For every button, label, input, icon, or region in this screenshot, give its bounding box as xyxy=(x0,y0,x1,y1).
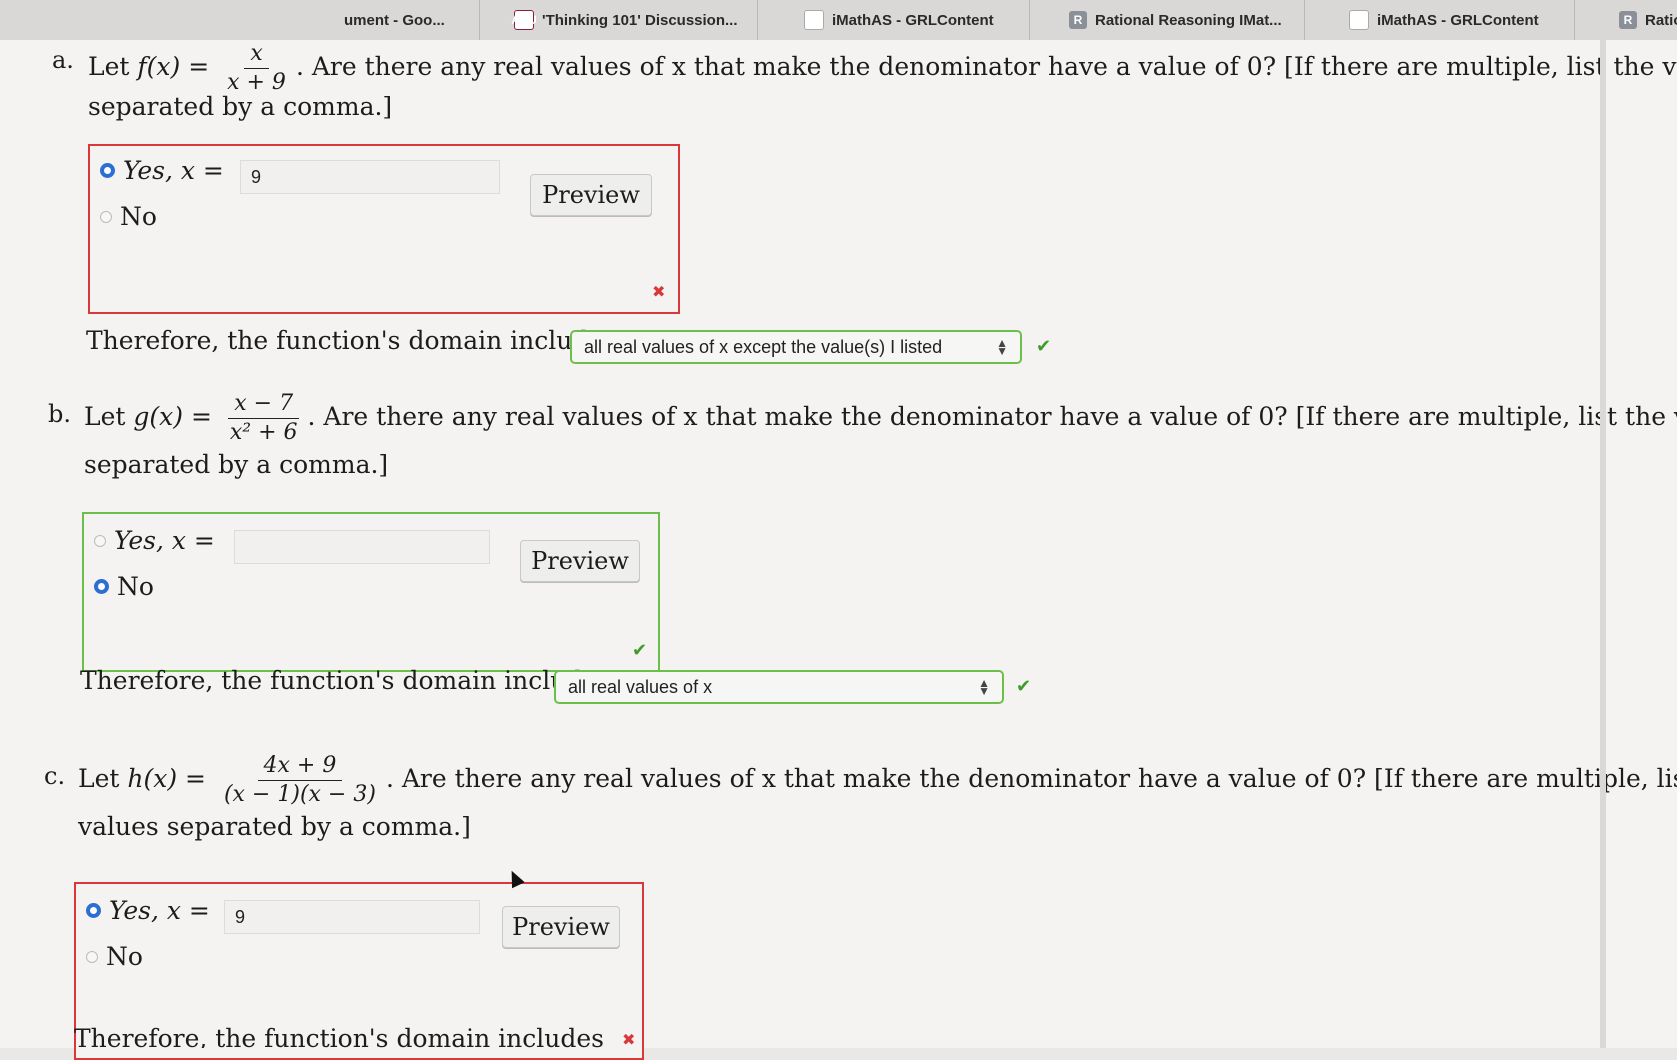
lead-text: Let xyxy=(84,402,134,431)
correct-check-icon: ✔ xyxy=(632,640,648,661)
select-value: all real values of x except the value(s)… xyxy=(584,336,943,357)
question-b-line2: separated by a comma.] xyxy=(84,450,389,479)
incorrect-icon: ✖ xyxy=(622,1030,636,1049)
function-name: g(x) = xyxy=(133,402,212,431)
tab-rational-reasoning[interactable]: R Rational Reasoning IMat... xyxy=(1055,0,1305,40)
denominator: x² + 6 xyxy=(229,420,298,445)
yes-option-c[interactable]: Yes, x = xyxy=(86,896,210,925)
denominator: (x − 1)(x − 3) xyxy=(223,782,376,807)
domain-select-b[interactable]: all real values of x ▲ ▼ xyxy=(554,670,1004,704)
tab-label: Ratio xyxy=(1645,11,1677,29)
correct-check-icon: ✔ xyxy=(1016,676,1032,697)
yes-label: Yes, x = xyxy=(123,156,224,185)
yes-label: Yes, x = xyxy=(114,526,215,555)
tab-thinking-discussion[interactable]: ASU 'Thinking 101' Discussion... xyxy=(500,0,758,40)
answer-box-b: Yes, x = Preview No ✔ xyxy=(82,512,660,672)
no-label: No xyxy=(117,572,154,601)
yes-option-b[interactable]: Yes, x = xyxy=(94,526,215,555)
question-text: . Are there any real values of x that ma… xyxy=(295,52,1677,81)
answer-input-a[interactable]: 9 xyxy=(240,160,500,194)
tab-google-doc[interactable]: ument - Goo... xyxy=(330,0,480,40)
tab-imathas-1[interactable]: G iMathAS - GRLContent xyxy=(790,0,1030,40)
domain-select-a[interactable]: all real values of x except the value(s)… xyxy=(570,330,1022,364)
lead-text: Let xyxy=(88,52,138,81)
preview-button[interactable]: Preview xyxy=(530,174,652,216)
g-icon: G xyxy=(804,10,824,30)
page-edge-divider xyxy=(1600,40,1606,1048)
question-a-line1: Let f(x) = x x + 9 . Are there any real … xyxy=(88,40,1677,97)
updown-arrow-icon: ▲ ▼ xyxy=(996,336,1008,358)
function-name: h(x) = xyxy=(127,764,206,793)
select-value: all real values of x xyxy=(568,676,713,697)
tab-label: Rational Reasoning IMat... xyxy=(1095,11,1282,29)
incorrect-icon: ✖ xyxy=(652,282,666,301)
question-a-line2: separated by a comma.] xyxy=(88,92,393,121)
question-c-line2: values separated by a comma.] xyxy=(78,812,471,841)
tab-label: 'Thinking 101' Discussion... xyxy=(542,11,738,29)
question-c-line1: Let h(x) = 4x + 9 (x − 1)(x − 3) . Are t… xyxy=(78,752,1677,809)
fraction: 4x + 9 (x − 1)(x − 3) xyxy=(218,752,382,809)
question-text: . Are there any real values of x that ma… xyxy=(385,764,1677,793)
radio-no[interactable] xyxy=(100,210,112,223)
radio-yes[interactable] xyxy=(86,903,101,918)
question-b-line1: Let g(x) = x − 7 x² + 6 . Are there any … xyxy=(84,390,1677,447)
radio-no[interactable] xyxy=(86,950,98,963)
no-label: No xyxy=(120,202,157,231)
function-name: f(x) = xyxy=(137,52,210,81)
preview-button[interactable]: Preview xyxy=(520,540,640,582)
part-letter: c. xyxy=(44,762,66,790)
domain-text-c: Therefore, the function's domain include… xyxy=(74,1024,604,1048)
asu-icon: ASU xyxy=(511,10,537,30)
no-option-c[interactable]: No xyxy=(86,942,143,971)
answer-input-c[interactable]: 9 xyxy=(224,900,480,934)
tab-ratio[interactable]: R Ratio xyxy=(1605,0,1677,40)
updown-arrow-icon: ▲ ▼ xyxy=(978,676,990,698)
part-letter: a. xyxy=(52,46,74,74)
answer-box-a: Yes, x = 9 Preview No ✖ xyxy=(88,144,680,314)
domain-text-a: Therefore, the function's domain include… xyxy=(86,326,616,355)
numerator: x − 7 xyxy=(228,390,300,419)
no-option-b[interactable]: No xyxy=(94,572,154,601)
numerator: 4x + 9 xyxy=(257,752,343,781)
part-letter: b. xyxy=(48,400,71,428)
tab-imathas-2[interactable]: G iMathAS - GRLContent xyxy=(1335,0,1575,40)
r-icon: R xyxy=(1069,11,1087,29)
tab-label: iMathAS - GRLContent xyxy=(1377,11,1539,29)
radio-no[interactable] xyxy=(94,579,109,594)
question-text: . Are there any real values of x that ma… xyxy=(307,402,1677,431)
radio-yes[interactable] xyxy=(94,534,106,547)
domain-text-b: Therefore, the function's domain include… xyxy=(80,666,610,695)
numerator: x xyxy=(244,40,269,69)
no-option-a[interactable]: No xyxy=(100,202,157,231)
tab-label: iMathAS - GRLContent xyxy=(832,11,994,29)
correct-check-icon: ✔ xyxy=(1036,336,1052,357)
yes-label: Yes, x = xyxy=(109,896,210,925)
g-icon: G xyxy=(1349,10,1369,30)
fraction: x − 7 x² + 6 xyxy=(224,390,304,447)
tab-label: ument - Goo... xyxy=(344,11,445,29)
question-page: a. Let f(x) = x x + 9 . Are there any re… xyxy=(0,40,1677,1060)
preview-button[interactable]: Preview xyxy=(502,906,620,948)
r-icon: R xyxy=(1619,11,1637,29)
lead-text: Let xyxy=(78,764,128,793)
radio-yes[interactable] xyxy=(100,163,115,178)
yes-option-a[interactable]: Yes, x = xyxy=(100,156,224,185)
fraction: x x + 9 xyxy=(221,40,292,97)
no-label: No xyxy=(106,942,143,971)
answer-input-b[interactable] xyxy=(234,530,490,564)
